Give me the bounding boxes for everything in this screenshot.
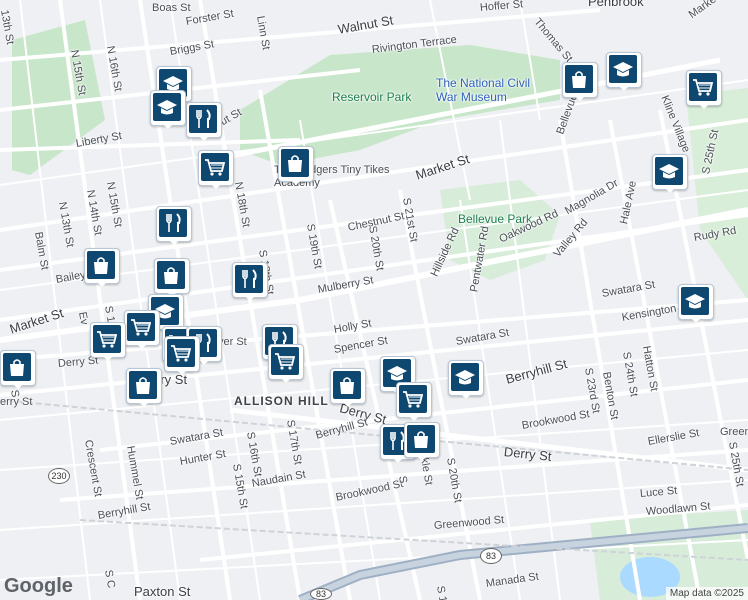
grocery-marker[interactable] [686, 70, 722, 110]
school-marker[interactable] [652, 154, 688, 194]
grocery-marker[interactable] [396, 382, 432, 422]
interstate-shield: 83 [480, 548, 502, 564]
shopping-marker[interactable] [330, 368, 366, 408]
restaurant-marker[interactable] [156, 206, 192, 246]
restaurant-marker[interactable] [232, 262, 268, 302]
museum-label[interactable]: The National Civil War Museum [436, 76, 546, 104]
shopping-marker[interactable] [278, 146, 314, 186]
neighborhood-label: Penbrook [588, 0, 644, 9]
school-marker[interactable] [606, 52, 642, 92]
shopping-marker[interactable] [154, 258, 190, 298]
grocery-marker[interactable] [124, 310, 160, 350]
shopping-marker[interactable] [126, 368, 162, 408]
school-marker[interactable] [150, 90, 186, 130]
grocery-marker[interactable] [90, 322, 126, 362]
interstate-shield: 83 [310, 588, 332, 600]
restaurant-marker[interactable] [186, 102, 222, 142]
street-label: Ev [76, 310, 91, 326]
street-label: erry St [0, 396, 33, 408]
map-canvas[interactable]: Boas St Forster St Briggs St N 16th St N… [0, 0, 748, 600]
street-label: Boas St [152, 2, 191, 14]
shopping-marker[interactable] [0, 350, 36, 390]
shopping-marker[interactable] [404, 422, 440, 462]
neighborhood-label: ALLISON HILL [234, 394, 329, 408]
street-label: Green [720, 426, 748, 438]
grocery-marker[interactable] [198, 150, 234, 190]
park-label: Reservoir Park [332, 90, 412, 104]
grocery-marker[interactable] [164, 336, 200, 376]
shopping-marker[interactable] [84, 248, 120, 288]
google-logo: Google [4, 575, 73, 597]
grocery-marker[interactable] [268, 344, 304, 384]
street-label: Paxton St [134, 584, 191, 599]
school-marker[interactable] [448, 360, 484, 400]
map-attribution[interactable]: Map data ©2025 [665, 587, 748, 600]
route-shield: 230 [48, 468, 70, 484]
shopping-marker[interactable] [562, 62, 598, 102]
street-label: ver St [218, 336, 247, 348]
school-marker[interactable] [678, 284, 714, 324]
